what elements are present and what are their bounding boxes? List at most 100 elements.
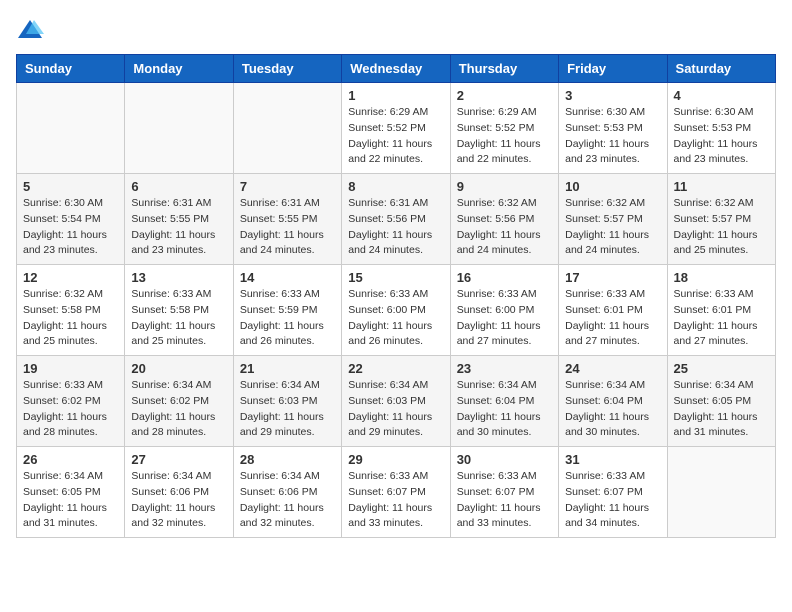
day-info: Sunrise: 6:34 AM Sunset: 6:04 PM Dayligh…: [565, 378, 660, 441]
day-number: 9: [457, 179, 552, 194]
day-info: Sunrise: 6:34 AM Sunset: 6:05 PM Dayligh…: [674, 378, 769, 441]
day-info: Sunrise: 6:33 AM Sunset: 6:01 PM Dayligh…: [674, 287, 769, 350]
day-cell: 27 Sunrise: 6:34 AM Sunset: 6:06 PM Dayl…: [125, 447, 233, 538]
day-cell: 6 Sunrise: 6:31 AM Sunset: 5:55 PM Dayli…: [125, 174, 233, 265]
day-number: 14: [240, 270, 335, 285]
day-info: Sunrise: 6:33 AM Sunset: 6:02 PM Dayligh…: [23, 378, 118, 441]
day-cell: 21 Sunrise: 6:34 AM Sunset: 6:03 PM Dayl…: [233, 356, 341, 447]
day-number: 23: [457, 361, 552, 376]
day-cell: 30 Sunrise: 6:33 AM Sunset: 6:07 PM Dayl…: [450, 447, 558, 538]
day-cell: 19 Sunrise: 6:33 AM Sunset: 6:02 PM Dayl…: [17, 356, 125, 447]
day-cell: 22 Sunrise: 6:34 AM Sunset: 6:03 PM Dayl…: [342, 356, 450, 447]
weekday-header-tuesday: Tuesday: [233, 55, 341, 83]
weekday-header-monday: Monday: [125, 55, 233, 83]
day-number: 10: [565, 179, 660, 194]
day-cell: 16 Sunrise: 6:33 AM Sunset: 6:00 PM Dayl…: [450, 265, 558, 356]
day-info: Sunrise: 6:30 AM Sunset: 5:53 PM Dayligh…: [674, 105, 769, 168]
day-info: Sunrise: 6:33 AM Sunset: 6:07 PM Dayligh…: [565, 469, 660, 532]
day-number: 17: [565, 270, 660, 285]
day-cell: 25 Sunrise: 6:34 AM Sunset: 6:05 PM Dayl…: [667, 356, 775, 447]
day-number: 25: [674, 361, 769, 376]
day-cell: 18 Sunrise: 6:33 AM Sunset: 6:01 PM Dayl…: [667, 265, 775, 356]
day-info: Sunrise: 6:33 AM Sunset: 6:01 PM Dayligh…: [565, 287, 660, 350]
day-cell: 23 Sunrise: 6:34 AM Sunset: 6:04 PM Dayl…: [450, 356, 558, 447]
day-number: 29: [348, 452, 443, 467]
day-info: Sunrise: 6:33 AM Sunset: 6:07 PM Dayligh…: [348, 469, 443, 532]
day-number: 6: [131, 179, 226, 194]
day-number: 30: [457, 452, 552, 467]
week-row-3: 12 Sunrise: 6:32 AM Sunset: 5:58 PM Dayl…: [17, 265, 776, 356]
day-cell: 26 Sunrise: 6:34 AM Sunset: 6:05 PM Dayl…: [17, 447, 125, 538]
weekday-header-friday: Friday: [559, 55, 667, 83]
weekday-header-row: SundayMondayTuesdayWednesdayThursdayFrid…: [17, 55, 776, 83]
day-cell: 12 Sunrise: 6:32 AM Sunset: 5:58 PM Dayl…: [17, 265, 125, 356]
day-cell: 28 Sunrise: 6:34 AM Sunset: 6:06 PM Dayl…: [233, 447, 341, 538]
day-cell: 13 Sunrise: 6:33 AM Sunset: 5:58 PM Dayl…: [125, 265, 233, 356]
day-cell: 2 Sunrise: 6:29 AM Sunset: 5:52 PM Dayli…: [450, 83, 558, 174]
day-info: Sunrise: 6:34 AM Sunset: 6:05 PM Dayligh…: [23, 469, 118, 532]
day-cell: 1 Sunrise: 6:29 AM Sunset: 5:52 PM Dayli…: [342, 83, 450, 174]
day-cell: 4 Sunrise: 6:30 AM Sunset: 5:53 PM Dayli…: [667, 83, 775, 174]
day-info: Sunrise: 6:31 AM Sunset: 5:56 PM Dayligh…: [348, 196, 443, 259]
day-info: Sunrise: 6:34 AM Sunset: 6:04 PM Dayligh…: [457, 378, 552, 441]
day-info: Sunrise: 6:34 AM Sunset: 6:02 PM Dayligh…: [131, 378, 226, 441]
day-info: Sunrise: 6:33 AM Sunset: 6:00 PM Dayligh…: [348, 287, 443, 350]
day-cell: 10 Sunrise: 6:32 AM Sunset: 5:57 PM Dayl…: [559, 174, 667, 265]
week-row-2: 5 Sunrise: 6:30 AM Sunset: 5:54 PM Dayli…: [17, 174, 776, 265]
day-number: 21: [240, 361, 335, 376]
logo: [16, 16, 48, 44]
day-cell: 9 Sunrise: 6:32 AM Sunset: 5:56 PM Dayli…: [450, 174, 558, 265]
day-cell: [233, 83, 341, 174]
day-info: Sunrise: 6:29 AM Sunset: 5:52 PM Dayligh…: [457, 105, 552, 168]
day-info: Sunrise: 6:30 AM Sunset: 5:54 PM Dayligh…: [23, 196, 118, 259]
day-info: Sunrise: 6:31 AM Sunset: 5:55 PM Dayligh…: [131, 196, 226, 259]
day-number: 15: [348, 270, 443, 285]
day-number: 27: [131, 452, 226, 467]
day-info: Sunrise: 6:33 AM Sunset: 6:07 PM Dayligh…: [457, 469, 552, 532]
week-row-4: 19 Sunrise: 6:33 AM Sunset: 6:02 PM Dayl…: [17, 356, 776, 447]
day-cell: 14 Sunrise: 6:33 AM Sunset: 5:59 PM Dayl…: [233, 265, 341, 356]
day-number: 5: [23, 179, 118, 194]
day-number: 16: [457, 270, 552, 285]
day-number: 19: [23, 361, 118, 376]
day-number: 1: [348, 88, 443, 103]
day-number: 18: [674, 270, 769, 285]
day-info: Sunrise: 6:34 AM Sunset: 6:06 PM Dayligh…: [131, 469, 226, 532]
day-number: 4: [674, 88, 769, 103]
day-cell: 3 Sunrise: 6:30 AM Sunset: 5:53 PM Dayli…: [559, 83, 667, 174]
weekday-header-sunday: Sunday: [17, 55, 125, 83]
day-info: Sunrise: 6:32 AM Sunset: 5:56 PM Dayligh…: [457, 196, 552, 259]
day-cell: 8 Sunrise: 6:31 AM Sunset: 5:56 PM Dayli…: [342, 174, 450, 265]
week-row-5: 26 Sunrise: 6:34 AM Sunset: 6:05 PM Dayl…: [17, 447, 776, 538]
day-number: 24: [565, 361, 660, 376]
day-cell: 20 Sunrise: 6:34 AM Sunset: 6:02 PM Dayl…: [125, 356, 233, 447]
day-number: 3: [565, 88, 660, 103]
day-cell: 15 Sunrise: 6:33 AM Sunset: 6:00 PM Dayl…: [342, 265, 450, 356]
day-number: 20: [131, 361, 226, 376]
day-number: 11: [674, 179, 769, 194]
header: [16, 16, 776, 44]
day-info: Sunrise: 6:30 AM Sunset: 5:53 PM Dayligh…: [565, 105, 660, 168]
day-cell: 11 Sunrise: 6:32 AM Sunset: 5:57 PM Dayl…: [667, 174, 775, 265]
day-info: Sunrise: 6:32 AM Sunset: 5:57 PM Dayligh…: [565, 196, 660, 259]
weekday-header-wednesday: Wednesday: [342, 55, 450, 83]
day-number: 13: [131, 270, 226, 285]
day-info: Sunrise: 6:32 AM Sunset: 5:58 PM Dayligh…: [23, 287, 118, 350]
day-number: 28: [240, 452, 335, 467]
day-info: Sunrise: 6:31 AM Sunset: 5:55 PM Dayligh…: [240, 196, 335, 259]
day-number: 31: [565, 452, 660, 467]
day-number: 7: [240, 179, 335, 194]
weekday-header-thursday: Thursday: [450, 55, 558, 83]
day-info: Sunrise: 6:34 AM Sunset: 6:06 PM Dayligh…: [240, 469, 335, 532]
day-cell: 5 Sunrise: 6:30 AM Sunset: 5:54 PM Dayli…: [17, 174, 125, 265]
day-info: Sunrise: 6:32 AM Sunset: 5:57 PM Dayligh…: [674, 196, 769, 259]
day-info: Sunrise: 6:33 AM Sunset: 6:00 PM Dayligh…: [457, 287, 552, 350]
logo-icon: [16, 16, 44, 44]
day-cell: 29 Sunrise: 6:33 AM Sunset: 6:07 PM Dayl…: [342, 447, 450, 538]
day-info: Sunrise: 6:33 AM Sunset: 5:58 PM Dayligh…: [131, 287, 226, 350]
day-cell: 17 Sunrise: 6:33 AM Sunset: 6:01 PM Dayl…: [559, 265, 667, 356]
day-cell: [667, 447, 775, 538]
day-number: 22: [348, 361, 443, 376]
day-cell: 31 Sunrise: 6:33 AM Sunset: 6:07 PM Dayl…: [559, 447, 667, 538]
day-cell: 7 Sunrise: 6:31 AM Sunset: 5:55 PM Dayli…: [233, 174, 341, 265]
